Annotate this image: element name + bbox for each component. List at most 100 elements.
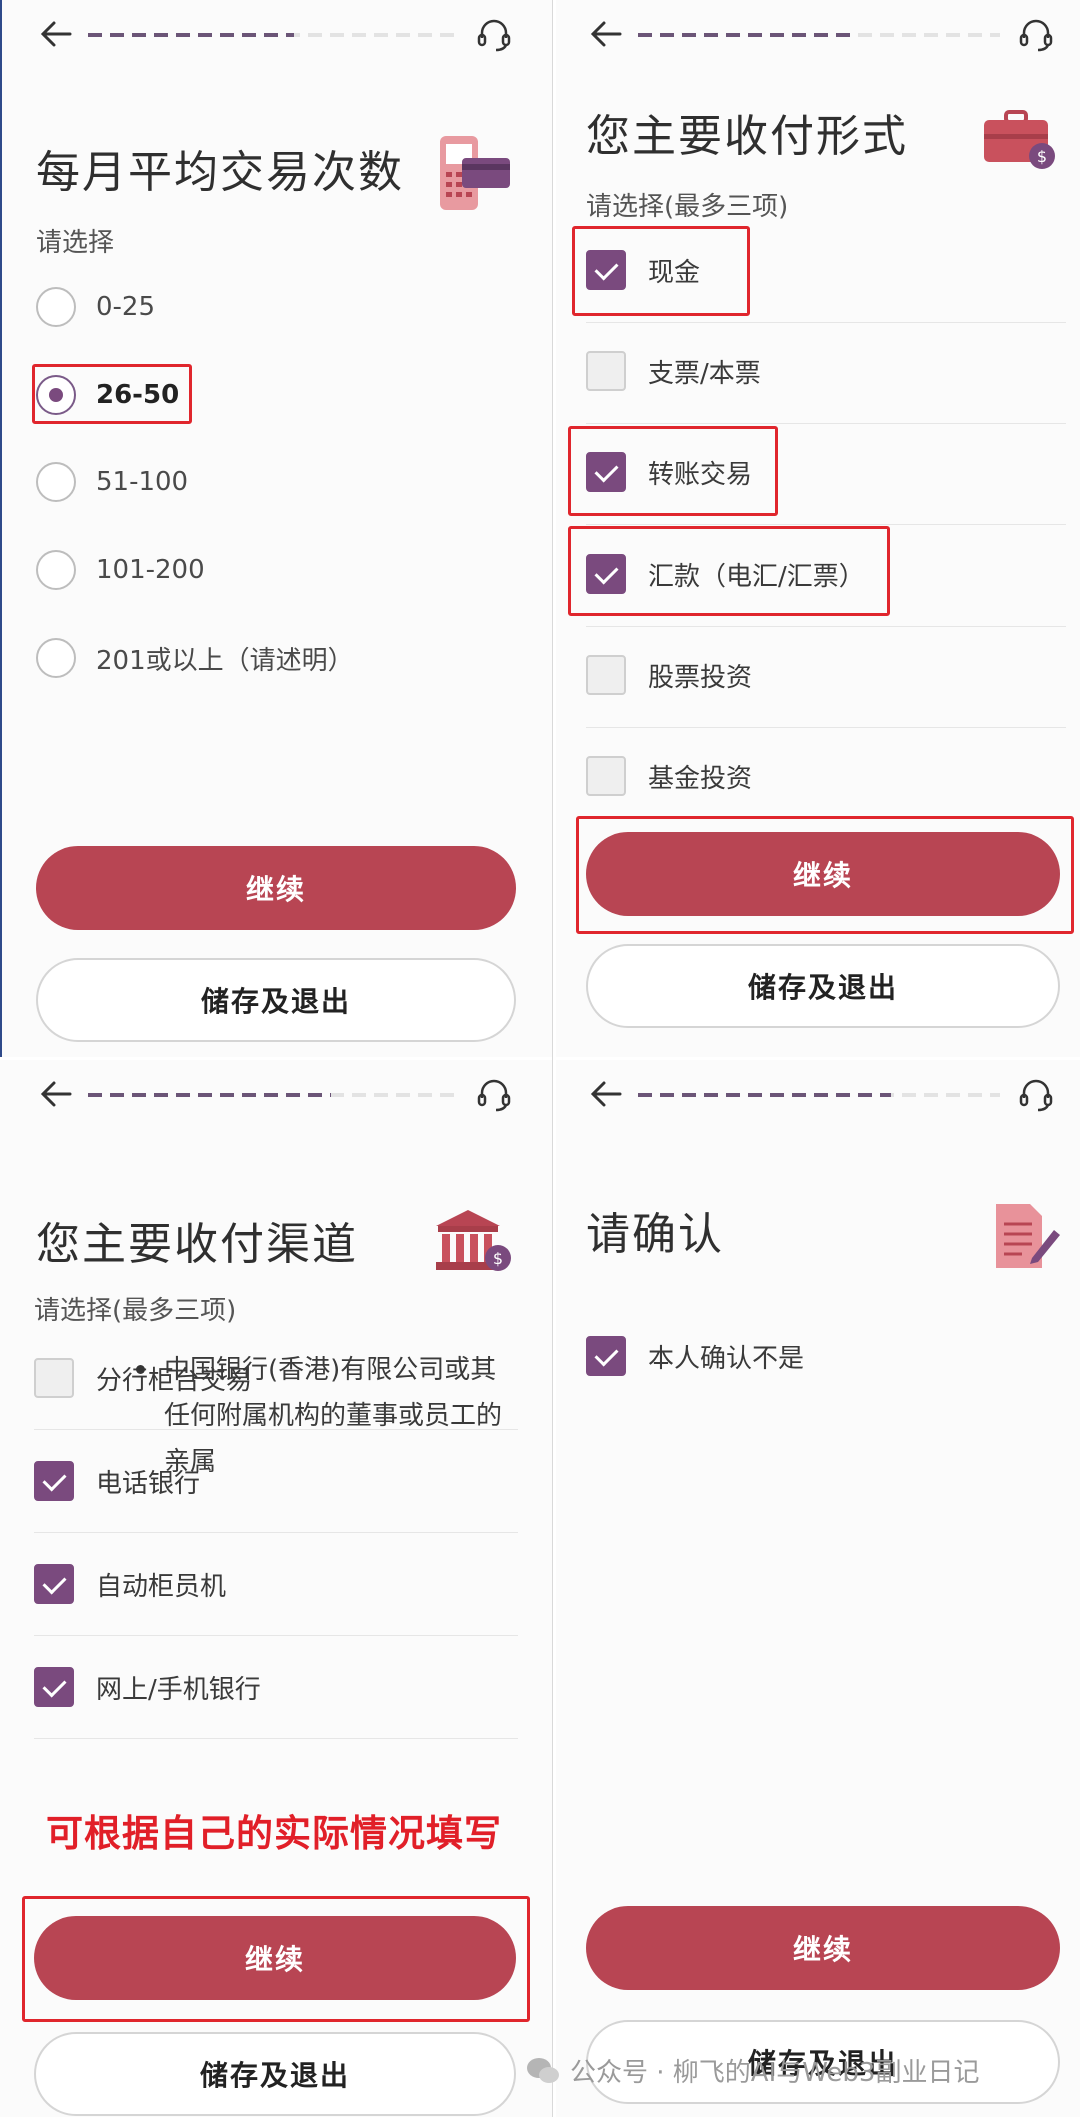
radio-option-0-25[interactable]: 0-25 (36, 282, 155, 332)
progress-fill (638, 33, 856, 37)
top-bar (0, 0, 552, 70)
checkbox-label: 支票/本票 (648, 358, 761, 389)
page-title: 请确认 (586, 1209, 724, 1260)
document-pen-icon (996, 1204, 1060, 1268)
radio-option-26-50[interactable]: 26-50 (36, 370, 179, 420)
divider (586, 626, 1066, 627)
checkbox-checked[interactable] (586, 1336, 626, 1376)
checkbox-label: 基金投资 (648, 763, 753, 794)
instruction-label: 请选择(最多三项) (34, 1296, 237, 1326)
checkbox-checked[interactable] (34, 1564, 74, 1604)
continue-button[interactable]: 继续 (586, 1906, 1060, 1990)
radio-option-101-200[interactable]: 101-200 (36, 545, 205, 595)
continue-button[interactable]: 继续 (34, 1916, 516, 2000)
back-arrow-icon[interactable] (36, 1074, 76, 1114)
checkbox[interactable] (586, 351, 626, 391)
confirm-checkbox-row[interactable]: 本人确认不是 (586, 1326, 804, 1386)
checkbox-option-funds[interactable]: 基金投资 (586, 746, 752, 806)
instruction-label: 请选择(最多三项) (586, 192, 789, 222)
continue-button[interactable]: 继续 (36, 846, 516, 930)
radio-label: 201或以上（请述明） (96, 645, 354, 676)
progress-bar (88, 1093, 462, 1097)
checkbox-checked[interactable] (586, 452, 626, 492)
top-bar (556, 1060, 1080, 1130)
screen-payment-forms: 您主要收付形式 $ 请选择(最多三项) 现金 支票/本票 转账交易 汇款（电汇/… (556, 0, 1080, 1057)
page-title: 您主要收付渠道 (36, 1219, 358, 1270)
top-bar (0, 1060, 552, 1130)
checkbox[interactable] (34, 1358, 74, 1398)
screen-monthly-transactions: 每月平均交易次数 请选择 0-25 26-50 51-100 101-200 2… (0, 0, 552, 1057)
radio-label: 51-100 (96, 467, 189, 497)
headset-icon[interactable] (474, 14, 514, 54)
bullet-text: 中国银行(香港)有限公司或其任何附属机构的董事或员工的亲属 (164, 1355, 503, 1477)
checkbox-option-remittance[interactable]: 汇款（电汇/汇票） (586, 544, 865, 604)
checkbox-label: 自动柜员机 (96, 1571, 227, 1602)
checkbox-checked[interactable] (34, 1461, 74, 1501)
progress-bar (638, 33, 1000, 37)
divider (586, 727, 1066, 728)
back-arrow-icon[interactable] (586, 1074, 626, 1114)
checkbox-option-cheque[interactable]: 支票/本票 (586, 341, 761, 401)
checkbox-label: 网上/手机银行 (96, 1674, 261, 1705)
radio-button-selected[interactable] (36, 375, 76, 415)
card-terminal-icon (440, 136, 510, 210)
continue-button[interactable]: 继续 (586, 832, 1060, 916)
confirm-bullet-item: 中国银行(香港)有限公司或其任何附属机构的董事或员工的亲属 (128, 1347, 508, 1485)
checkbox-label: 汇款（电汇/汇票） (648, 561, 865, 592)
checkbox-label: 现金 (648, 257, 701, 288)
edge-line (0, 0, 2, 1057)
divider (34, 1532, 518, 1533)
bullet-dot (136, 1365, 145, 1374)
divider (34, 1738, 518, 1739)
radio-option-51-100[interactable]: 51-100 (36, 457, 188, 507)
radio-button[interactable] (36, 462, 76, 502)
panel-divider (552, 0, 556, 2117)
briefcase-money-icon: $ (984, 110, 1055, 169)
divider (586, 322, 1066, 323)
checkbox-label: 股票投资 (648, 662, 753, 693)
instruction-label: 请选择 (36, 228, 115, 258)
radio-label: 0-25 (96, 292, 156, 322)
checkbox-option-atm[interactable]: 自动柜员机 (34, 1554, 226, 1614)
save-exit-button[interactable]: 储存及退出 (586, 944, 1060, 1028)
radio-button[interactable] (36, 638, 76, 678)
headset-icon[interactable] (1016, 14, 1056, 54)
checkbox-label: 转账交易 (648, 459, 753, 490)
progress-fill (88, 33, 294, 37)
radio-option-201-plus[interactable]: 201或以上（请述明） (36, 633, 354, 683)
top-bar (556, 0, 1080, 70)
progress-fill (638, 1093, 892, 1097)
back-arrow-icon[interactable] (586, 14, 626, 54)
checkbox-checked[interactable] (586, 250, 626, 290)
checkbox-option-transfer[interactable]: 转账交易 (586, 442, 752, 502)
checkbox-option-online-mobile[interactable]: 网上/手机银行 (34, 1657, 261, 1717)
headset-icon[interactable] (1016, 1074, 1056, 1114)
page-title: 您主要收付形式 (586, 111, 908, 162)
save-exit-button[interactable]: 储存及退出 (36, 958, 516, 1042)
svg-text:$: $ (493, 1249, 503, 1268)
checkbox-option-cash[interactable]: 现金 (586, 240, 700, 300)
progress-bar (638, 1093, 1000, 1097)
checkbox[interactable] (586, 756, 626, 796)
divider (586, 423, 1066, 424)
confirm-label: 本人确认不是 (648, 1343, 805, 1374)
radio-button[interactable] (36, 550, 76, 590)
svg-text:$: $ (1037, 147, 1047, 166)
screen-payment-channels: 您主要收付渠道 $ 请选择(最多三项) 分行柜台交易 电话银行 自动柜员机 网上… (0, 1060, 552, 2117)
progress-bar (88, 33, 462, 37)
radio-button[interactable] (36, 287, 76, 327)
checkbox-option-stocks[interactable]: 股票投资 (586, 645, 752, 705)
page-title: 每月平均交易次数 (36, 147, 404, 198)
checkbox-checked[interactable] (34, 1667, 74, 1707)
headset-icon[interactable] (474, 1074, 514, 1114)
save-exit-button[interactable]: 储存及退出 (34, 2032, 516, 2116)
checkbox[interactable] (586, 655, 626, 695)
wechat-icon (527, 2057, 559, 2083)
radio-label: 26-50 (96, 380, 180, 410)
back-arrow-icon[interactable] (36, 14, 76, 54)
progress-fill (88, 1093, 332, 1097)
red-annotation-text: 可根据自己的实际情况填写 (46, 1812, 502, 1855)
checkbox-checked[interactable] (586, 554, 626, 594)
bank-building-icon: $ (436, 1210, 511, 1271)
radio-label: 101-200 (96, 555, 205, 585)
